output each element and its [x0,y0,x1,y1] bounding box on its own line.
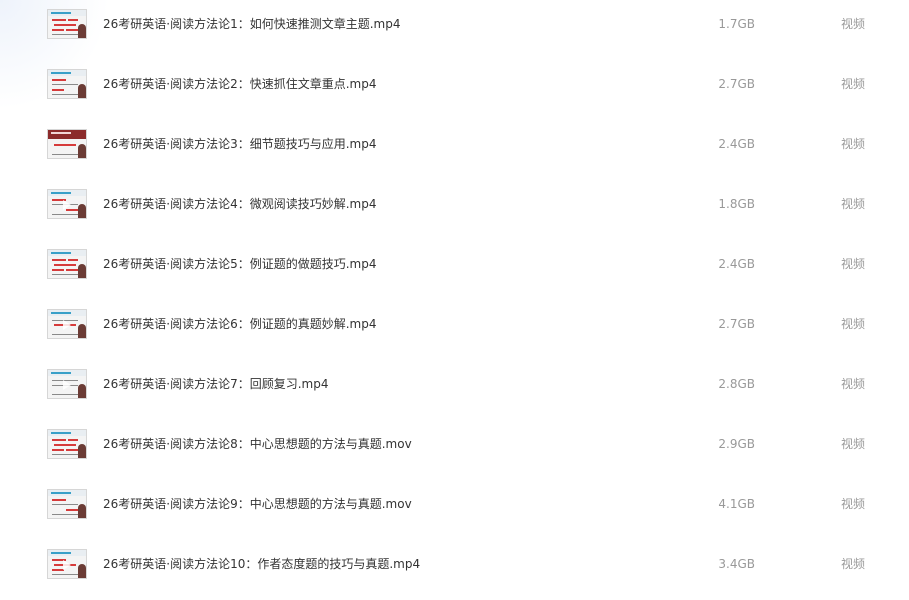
video-thumbnail-icon[interactable] [47,189,87,219]
file-size: 1.8GB [718,197,755,211]
video-thumbnail-icon[interactable] [47,129,87,159]
file-type: 视频 [841,437,866,451]
file-name[interactable]: 26考研英语·阅读方法论8：中心思想题的方法与真题.mov [103,436,412,452]
file-name[interactable]: 26考研英语·阅读方法论9：中心思想题的方法与真题.mov [103,496,412,512]
file-name[interactable]: 26考研英语·阅读方法论6：例证题的真题妙解.mp4 [103,316,376,332]
file-type: 视频 [841,317,866,331]
file-row[interactable]: 26考研英语·阅读方法论6：例证题的真题妙解.mp4 2.7GB 视频 [0,300,909,360]
file-name[interactable]: 26考研英语·阅读方法论7：回顾复习.mp4 [103,376,328,392]
file-size: 2.9GB [718,437,755,451]
file-row[interactable]: 26考研英语·阅读方法论9：中心思想题的方法与真题.mov 4.1GB 视频 [0,480,909,540]
file-size: 2.4GB [718,257,755,271]
file-list: 26考研英语·阅读方法论1：如何快速推测文章主题.mp4 1.7GB 视频 26… [0,0,909,589]
file-name[interactable]: 26考研英语·阅读方法论3：细节题技巧与应用.mp4 [103,136,376,152]
file-size: 2.7GB [718,77,755,91]
file-row[interactable]: 26考研英语·阅读方法论4：微观阅读技巧妙解.mp4 1.8GB 视频 [0,180,909,240]
file-name[interactable]: 26考研英语·阅读方法论2：快速抓住文章重点.mp4 [103,76,376,92]
file-size: 4.1GB [718,497,755,511]
file-name[interactable]: 26考研英语·阅读方法论4：微观阅读技巧妙解.mp4 [103,196,376,212]
file-row[interactable]: 26考研英语·阅读方法论3：细节题技巧与应用.mp4 2.4GB 视频 [0,120,909,180]
file-row[interactable]: 26考研英语·阅读方法论10：作者态度题的技巧与真题.mp4 3.4GB 视频 [0,540,909,600]
video-thumbnail-icon[interactable] [47,9,87,39]
file-row[interactable]: 26考研英语·阅读方法论5：例证题的做题技巧.mp4 2.4GB 视频 [0,240,909,300]
file-type: 视频 [841,137,866,151]
file-size: 3.4GB [718,557,755,571]
file-type: 视频 [841,197,866,211]
file-type: 视频 [841,257,866,271]
video-thumbnail-icon[interactable] [47,369,87,399]
file-size: 2.4GB [718,137,755,151]
video-thumbnail-icon[interactable] [47,549,87,579]
file-type: 视频 [841,77,866,91]
file-type: 视频 [841,557,866,571]
video-thumbnail-icon[interactable] [47,249,87,279]
file-size: 2.8GB [718,377,755,391]
file-name[interactable]: 26考研英语·阅读方法论10：作者态度题的技巧与真题.mp4 [103,556,420,572]
file-type: 视频 [841,377,866,391]
file-row[interactable]: 26考研英语·阅读方法论2：快速抓住文章重点.mp4 2.7GB 视频 [0,60,909,120]
file-type: 视频 [841,497,866,511]
file-size: 2.7GB [718,317,755,331]
video-thumbnail-icon[interactable] [47,489,87,519]
video-thumbnail-icon[interactable] [47,69,87,99]
video-thumbnail-icon[interactable] [47,309,87,339]
file-row[interactable]: 26考研英语·阅读方法论1：如何快速推测文章主题.mp4 1.7GB 视频 [0,0,909,60]
video-thumbnail-icon[interactable] [47,429,87,459]
file-name[interactable]: 26考研英语·阅读方法论5：例证题的做题技巧.mp4 [103,256,376,272]
file-type: 视频 [841,17,866,31]
file-row[interactable]: 26考研英语·阅读方法论7：回顾复习.mp4 2.8GB 视频 [0,360,909,420]
file-name[interactable]: 26考研英语·阅读方法论1：如何快速推测文章主题.mp4 [103,16,400,32]
file-size: 1.7GB [718,17,755,31]
file-row[interactable]: 26考研英语·阅读方法论8：中心思想题的方法与真题.mov 2.9GB 视频 [0,420,909,480]
